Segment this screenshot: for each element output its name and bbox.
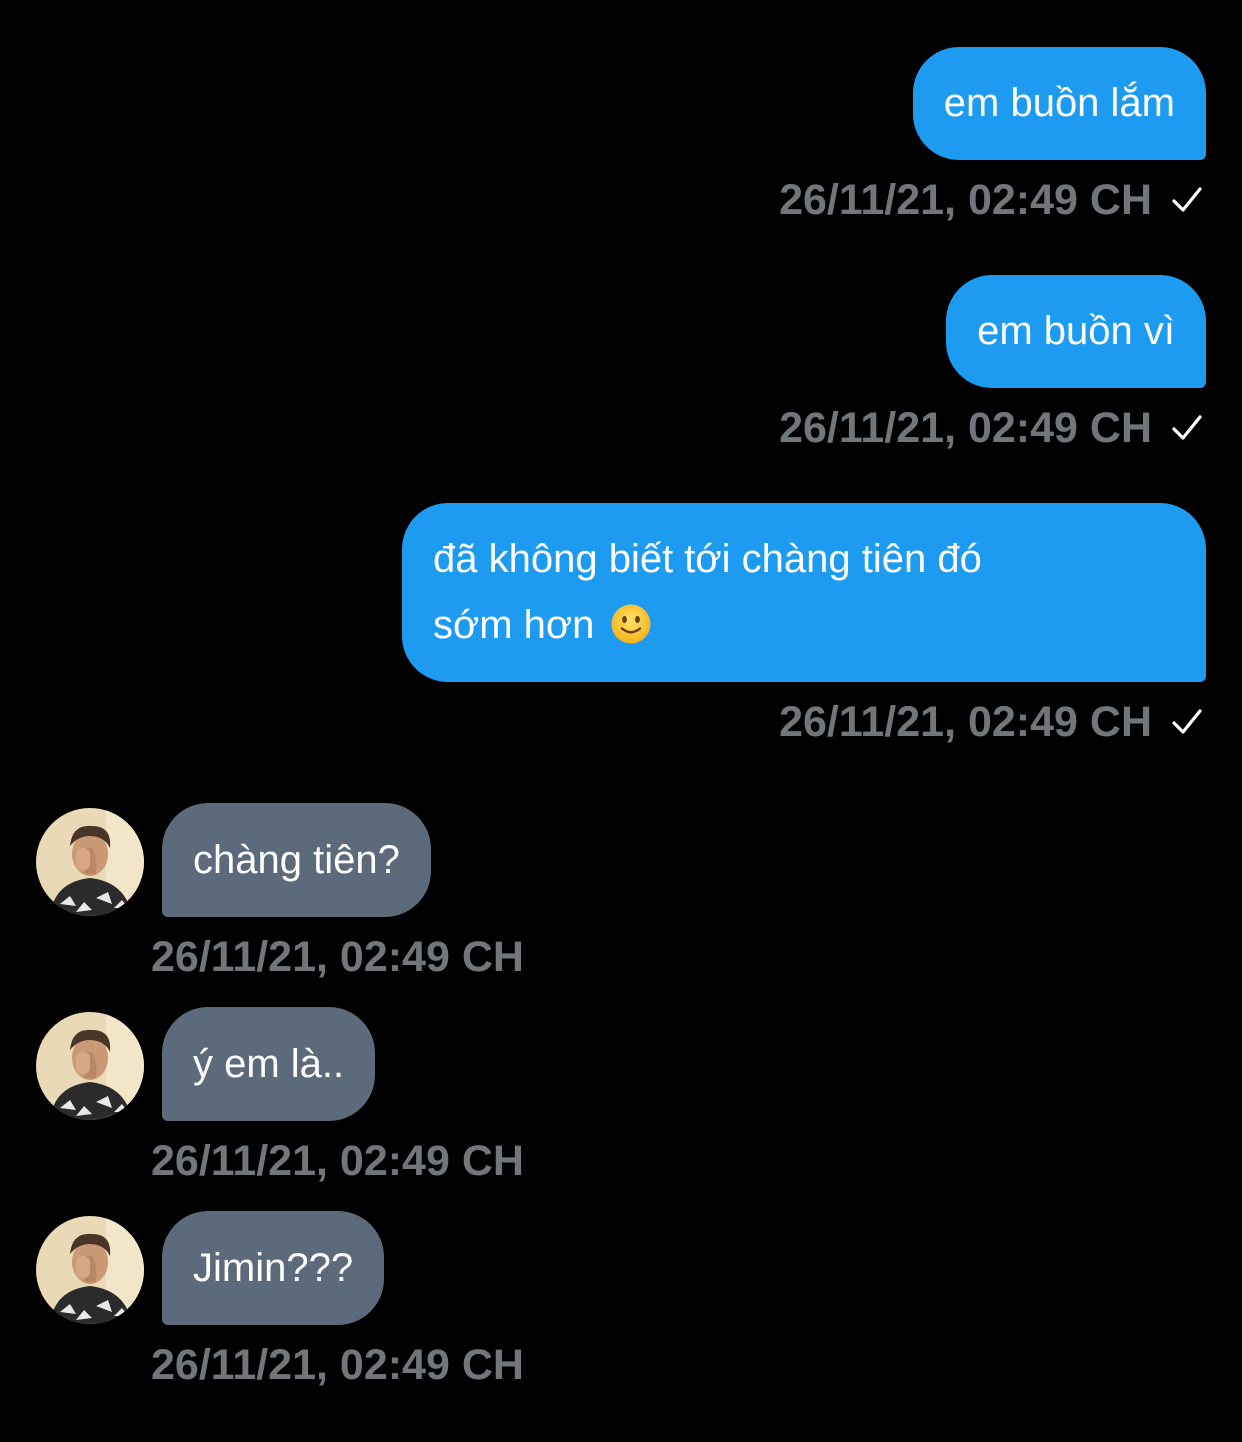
message-timestamp: 26/11/21, 02:49 CH <box>151 1341 524 1389</box>
message-text: chàng tiên? <box>193 838 400 882</box>
message-timestamp: 26/11/21, 02:49 CH <box>779 697 1152 746</box>
message-timestamp: 26/11/21, 02:49 CH <box>151 933 524 981</box>
message-meta: 26/11/21, 02:49 CH <box>779 696 1206 748</box>
message-text: ý em là.. <box>193 1042 345 1086</box>
slightly-smiling-face-icon <box>611 604 651 644</box>
check-icon <box>1172 187 1202 212</box>
message-meta: 26/11/21, 02:49 CH <box>779 402 1206 454</box>
incoming-message[interactable]: ý em là.. 26/11/21, 02:49 CH <box>36 1007 524 1187</box>
outgoing-bubble[interactable]: đã không biết tới chàng tiên đó sớm hơn <box>402 503 1206 682</box>
outgoing-message[interactable]: đã không biết tới chàng tiên đó sớm hơn <box>402 503 1206 748</box>
outgoing-bubble[interactable]: em buồn vì <box>946 275 1206 388</box>
incoming-message[interactable]: chàng tiên? 26/11/21, 02:49 CH <box>36 803 524 983</box>
message-text: Jimin??? <box>193 1246 354 1290</box>
avatar-image <box>36 1216 144 1324</box>
incoming-message[interactable]: Jimin??? 26/11/21, 02:49 CH <box>36 1211 524 1391</box>
message-timestamp: 26/11/21, 02:49 CH <box>779 403 1152 452</box>
message-text: em buồn lắm <box>943 81 1175 125</box>
outgoing-message[interactable]: em buồn lắm 26/11/21, 02:49 CH <box>779 47 1206 226</box>
message-text: em buồn vì <box>977 309 1175 353</box>
message-meta: 26/11/21, 02:49 CH <box>779 174 1206 226</box>
outgoing-bubble[interactable]: em buồn lắm <box>912 47 1206 160</box>
message-timestamp: 26/11/21, 02:49 CH <box>779 175 1152 224</box>
message-thread: em buồn lắm 26/11/21, 02:49 CH em buồn v… <box>0 0 1242 1442</box>
avatar[interactable] <box>36 1012 144 1120</box>
incoming-bubble[interactable]: Jimin??? <box>162 1211 385 1325</box>
incoming-bubble[interactable]: chàng tiên? <box>162 803 431 917</box>
check-icon <box>1172 415 1202 440</box>
message-text-line: đã không biết tới chàng tiên đó <box>433 537 982 581</box>
avatar[interactable] <box>36 1216 144 1324</box>
message-timestamp: 26/11/21, 02:49 CH <box>151 1137 524 1185</box>
check-icon <box>1172 709 1202 734</box>
avatar-image <box>36 808 144 916</box>
outgoing-message[interactable]: em buồn vì 26/11/21, 02:49 CH <box>779 275 1206 454</box>
message-text-line: sớm hơn <box>433 592 1175 658</box>
incoming-bubble[interactable]: ý em là.. <box>162 1007 376 1121</box>
avatar-image <box>36 1012 144 1120</box>
avatar[interactable] <box>36 808 144 916</box>
message-text: sớm hơn <box>433 603 595 647</box>
